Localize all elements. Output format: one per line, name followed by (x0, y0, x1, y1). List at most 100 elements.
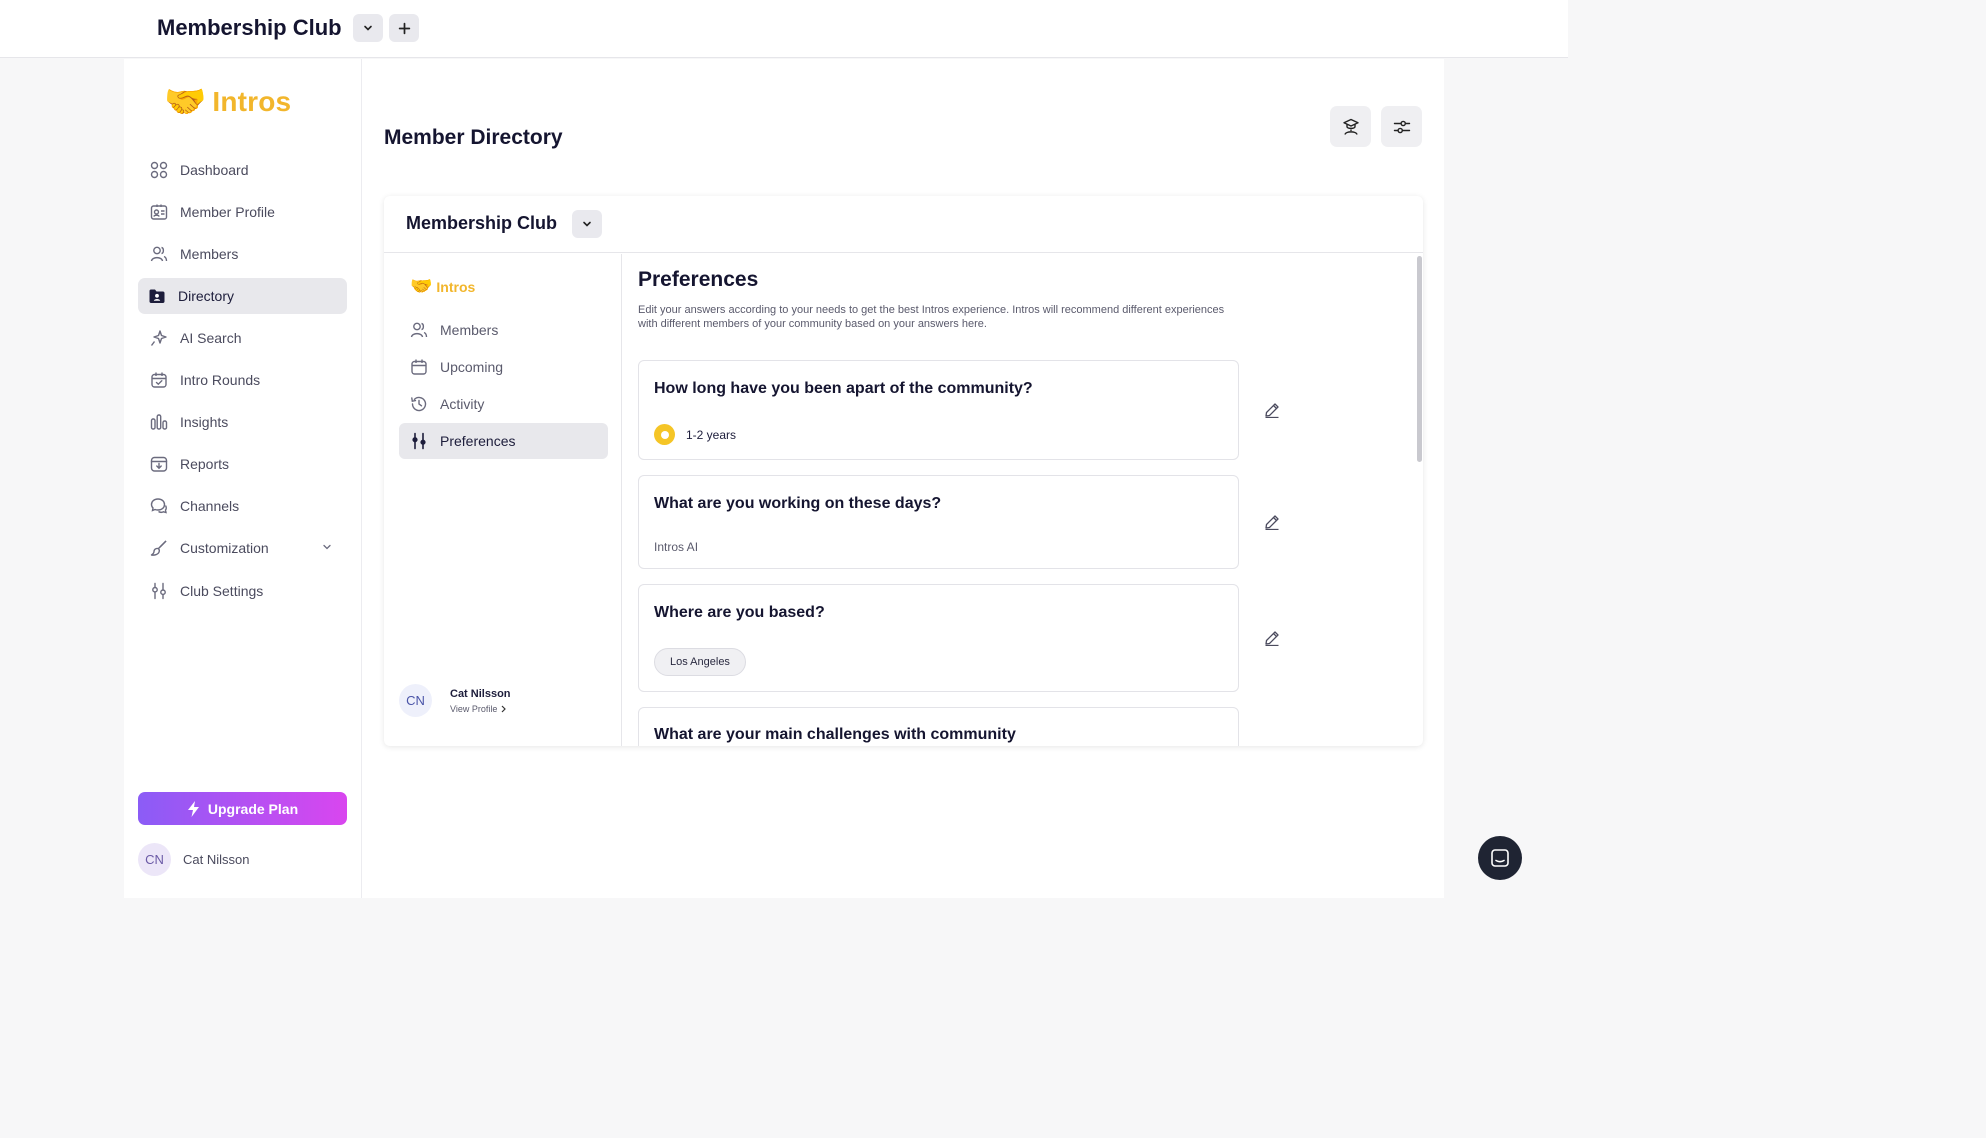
question-card: What are you working on these days? Intr… (638, 475, 1239, 569)
edit-icon[interactable] (1263, 629, 1281, 647)
bar-chart-icon (150, 413, 168, 431)
intros-logo[interactable]: 🤝 Intros (164, 83, 291, 121)
intros-logo-small: 🤝 Intros (410, 276, 475, 297)
question-text: What are you working on these days? (654, 495, 942, 512)
edit-icon[interactable] (1263, 513, 1281, 531)
lightning-icon (187, 800, 199, 817)
question-text: Where are you based? (654, 604, 825, 621)
sidebar-item-label: Insights (180, 414, 229, 430)
preview-nav-activity[interactable]: Activity (399, 386, 608, 422)
history-icon (410, 395, 428, 413)
users-icon (410, 321, 428, 339)
calendar-check-icon (150, 371, 168, 389)
answer-text: Intros AI (654, 540, 699, 554)
filter-settings-button[interactable] (1381, 106, 1422, 147)
preview-nav-members[interactable]: Members (399, 312, 608, 348)
chat-launcher-button[interactable] (1478, 836, 1522, 880)
view-profile-label: View Profile (450, 703, 498, 714)
question-card: What are your main challenges with commu… (638, 707, 1239, 746)
card-header: Membership Club (384, 196, 1423, 253)
question-card: Where are you based? Los Angeles (638, 584, 1239, 692)
id-card-icon (150, 203, 168, 221)
folder-user-icon (148, 287, 166, 305)
sliders-icon (150, 582, 168, 600)
edit-icon[interactable] (1263, 401, 1281, 419)
question-card: How long have you been apart of the comm… (638, 360, 1239, 460)
preferences-panel: Preferences Edit your answers according … (623, 254, 1423, 746)
sidebar-item-customization[interactable]: Customization (138, 530, 347, 566)
logo-text: Intros (436, 278, 476, 295)
tutorial-button[interactable] (1330, 106, 1371, 147)
preview-user: CN Cat Nilsson View Profile (399, 684, 511, 717)
brush-icon (150, 539, 168, 557)
sliders-icon (410, 432, 428, 450)
sidebar-item-label: Club Settings (180, 583, 264, 599)
directory-preview-card: Membership Club 🤝 Intros Members Upcomin… (384, 196, 1423, 746)
sidebar-item-ai-search[interactable]: AI Search (138, 320, 347, 356)
chevron-down-icon[interactable] (321, 540, 333, 556)
preview-nav-label: Preferences (440, 433, 516, 449)
card-title: Membership Club (406, 213, 558, 233)
sidebar-item-dashboard[interactable]: Dashboard (138, 152, 347, 188)
chevron-down-icon (364, 25, 372, 31)
upgrade-plan-label: Upgrade Plan (207, 800, 299, 817)
sidebar-item-member-profile[interactable]: Member Profile (138, 194, 347, 230)
scrollbar[interactable] (1417, 256, 1422, 462)
sidebar-item-label: Directory (178, 288, 235, 304)
chevron-down-icon (583, 221, 591, 227)
chevron-right-icon (501, 705, 507, 712)
add-workspace-button[interactable] (389, 14, 419, 42)
sidebar-item-label: Reports (180, 456, 230, 472)
logo-text: Intros (212, 86, 292, 117)
question-text: How long have you been apart of the comm… (654, 380, 1033, 397)
avatar: CN (138, 843, 171, 876)
sidebar-item-label: Member Profile (180, 204, 275, 220)
grid-icon (150, 161, 168, 179)
calendar-icon (410, 358, 428, 376)
sidebar-item-label: Customization (180, 540, 269, 556)
preview-nav-label: Activity (440, 396, 485, 412)
top-bar: Membership Club (0, 0, 1568, 58)
sidebar-item-label: Dashboard (180, 162, 249, 178)
question-text: What are your main challenges with commu… (654, 726, 1016, 743)
handshake-icon: 🤝 (164, 83, 207, 121)
sidebar-user[interactable]: CN Cat Nilsson (138, 843, 249, 876)
sidebar-item-intro-rounds[interactable]: Intro Rounds (138, 362, 347, 398)
answer-text: 1-2 years (686, 428, 737, 442)
avatar: CN (399, 684, 432, 717)
sidebar-item-reports[interactable]: Reports (138, 446, 347, 482)
sidebar-item-insights[interactable]: Insights (138, 404, 347, 440)
answer-chip: Los Angeles (654, 648, 746, 676)
preferences-description: Edit your answers according to your need… (638, 304, 1225, 330)
club-dropdown-button[interactable] (572, 210, 602, 238)
sidebar-item-label: Members (180, 246, 239, 262)
user-name: Cat Nilsson (183, 852, 250, 867)
view-profile-link[interactable]: View Profile (450, 704, 511, 714)
answer-radio-selected[interactable] (654, 424, 675, 445)
preview-nav-preferences[interactable]: Preferences (399, 423, 608, 459)
sidebar: 🤝 Intros Dashboard Member Profile Member… (124, 59, 362, 898)
handshake-icon: 🤝 (410, 276, 433, 296)
page-title: Member Directory (384, 126, 563, 149)
upgrade-plan-button[interactable]: Upgrade Plan (138, 792, 347, 825)
sliders-horizontal-icon (1393, 120, 1410, 133)
workspace-title: Membership Club (157, 15, 342, 40)
inbox-download-icon (150, 455, 168, 473)
users-icon (150, 245, 168, 263)
workspace-dropdown-button[interactable] (353, 14, 383, 42)
preferences-title: Preferences (638, 268, 759, 291)
sidebar-item-label: Channels (180, 498, 240, 514)
sidebar-item-label: AI Search (180, 330, 242, 346)
chat-bubbles-icon (150, 497, 168, 515)
sidebar-item-members[interactable]: Members (138, 236, 347, 272)
sidebar-item-channels[interactable]: Channels (138, 488, 347, 524)
sidebar-item-club-settings[interactable]: Club Settings (138, 573, 347, 609)
preview-nav-label: Members (440, 322, 499, 338)
sidebar-item-directory[interactable]: Directory (138, 278, 347, 314)
plus-icon (398, 22, 410, 34)
graduate-icon (1342, 118, 1359, 135)
user-name: Cat Nilsson (450, 687, 511, 700)
preview-nav-upcoming[interactable]: Upcoming (399, 349, 608, 385)
sparkle-icon (150, 329, 168, 347)
preview-nav-label: Upcoming (440, 359, 504, 375)
